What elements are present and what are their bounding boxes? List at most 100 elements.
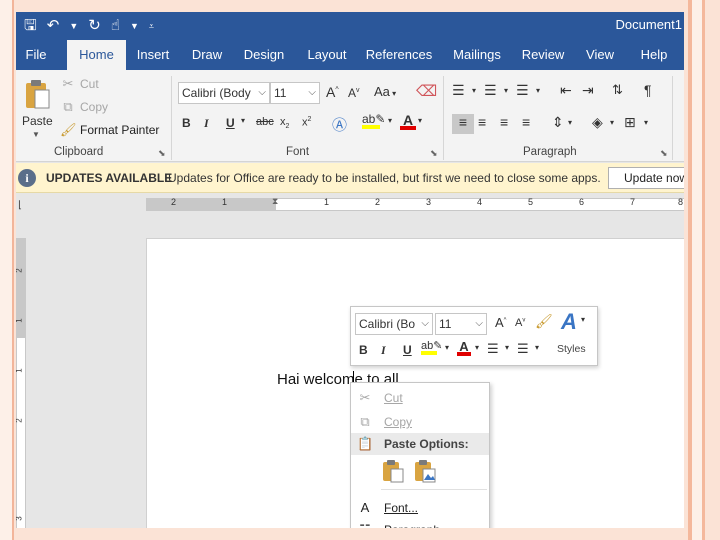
font-size-combo[interactable]: 11 ⌵ (270, 82, 320, 104)
tab-layout[interactable]: Layout (299, 40, 355, 70)
copy-button[interactable]: ⧉ Copy (60, 99, 108, 115)
tab-view[interactable]: View (579, 40, 621, 70)
tab-insert[interactable]: Insert (130, 40, 176, 70)
shading-icon[interactable]: ◈ (592, 114, 603, 131)
paintbrush-icon[interactable]: 🖌 (535, 313, 553, 330)
shrink-font-icon[interactable]: Av (348, 86, 360, 100)
mini-font-name-combo[interactable]: Calibri (Bo ⌵ (355, 313, 433, 335)
underline-dropdown-icon[interactable]: ▾ (241, 116, 245, 125)
horizontal-ruler[interactable]: ⌊ 2 1 ⧗ 1 2 3 4 5 6 7 8 (16, 194, 684, 216)
align-right-icon[interactable]: ≡ (500, 114, 508, 130)
paste-dropdown-icon[interactable]: ▼ (32, 130, 40, 139)
shrink-font-icon[interactable]: Av (515, 317, 525, 329)
tab-draw[interactable]: Draw (184, 40, 230, 70)
underline-icon[interactable]: U (403, 343, 412, 357)
tab-review[interactable]: Review (517, 40, 569, 70)
touch-dropdown-icon[interactable]: ▼ (130, 16, 139, 36)
ruler-top-margin (17, 238, 25, 338)
bold-icon[interactable]: B (182, 116, 191, 130)
clipboard-launcher-icon[interactable]: ⬊ (158, 148, 166, 159)
indent-marker-icon[interactable]: ⧗ (272, 196, 278, 207)
highlight-dropdown-icon[interactable]: ▾ (388, 116, 392, 125)
redo-icon[interactable]: ↻ (88, 16, 101, 36)
line-spacing-dropdown-icon[interactable]: ▾ (568, 118, 572, 127)
strikethrough-icon[interactable]: abc (256, 116, 274, 128)
grow-font-icon[interactable]: A^ (326, 84, 339, 100)
highlighter-icon: ab✎ (421, 340, 443, 352)
font-color-button[interactable]: A (457, 339, 471, 356)
numbering-icon[interactable]: ☰ (484, 82, 497, 99)
bullets-icon[interactable]: ☰ (452, 82, 465, 99)
font-launcher-icon[interactable]: ⬊ (430, 148, 438, 159)
numbering-dropdown-icon[interactable]: ▾ (504, 86, 508, 95)
grow-font-icon[interactable]: A^ (495, 315, 507, 330)
paste-picture-icon[interactable] (413, 459, 437, 483)
increase-indent-icon[interactable]: ⇥ (582, 82, 594, 99)
tab-home[interactable]: Home (67, 40, 126, 70)
align-left-icon[interactable]: ≡ (452, 114, 474, 134)
highlight-dropdown-icon[interactable]: ▾ (445, 343, 449, 352)
shading-dropdown-icon[interactable]: ▾ (610, 118, 614, 127)
bold-icon[interactable]: B (359, 343, 368, 357)
bullets-dropdown-icon[interactable]: ▾ (472, 86, 476, 95)
numbering-dropdown-icon[interactable]: ▾ (535, 343, 539, 352)
undo-dropdown-icon[interactable]: ▼ (69, 16, 78, 36)
sort-icon[interactable]: ⇅ (612, 82, 623, 98)
undo-icon[interactable]: ↶ (47, 16, 60, 36)
context-paragraph[interactable]: ☷ Paragraph... (351, 519, 489, 528)
font-color-button[interactable]: A (400, 112, 416, 130)
cut-button[interactable]: ✂ Cut (60, 76, 99, 92)
context-cut[interactable]: ✂ Cut (351, 387, 489, 409)
show-formatting-icon[interactable]: ¶ (644, 82, 652, 98)
paragraph-launcher-icon[interactable]: ⬊ (660, 148, 668, 159)
mini-font-size-combo[interactable]: 11 ⌵ (435, 313, 487, 335)
text-effects-icon[interactable]: Ⓐ (332, 114, 347, 135)
bullets-icon[interactable]: ☰ (487, 341, 499, 357)
tab-mailings[interactable]: Mailings (447, 40, 507, 70)
underline-icon[interactable]: U (226, 116, 235, 130)
highlight-color-button[interactable]: ab✎ (421, 339, 442, 355)
touch-mode-icon[interactable]: ☝ (111, 16, 120, 36)
superscript-icon[interactable]: x2 (302, 116, 311, 129)
highlight-color-button[interactable]: ab✎ (362, 112, 385, 129)
save-icon[interactable]: 🖫 (24, 16, 37, 36)
update-now-button[interactable]: Update now (608, 167, 684, 189)
tab-file[interactable]: File (16, 40, 56, 70)
paste-button[interactable]: Paste (22, 114, 53, 128)
font-color-dropdown-icon[interactable]: ▾ (475, 343, 479, 352)
line-spacing-icon[interactable]: ⇕ (552, 114, 564, 131)
multilevel-list-icon[interactable]: ☰ (516, 82, 529, 99)
change-case-button[interactable]: Aa ▾ (374, 84, 396, 99)
font-color-dropdown-icon[interactable]: ▾ (418, 116, 422, 125)
vertical-ruler[interactable]: 2 1 1 2 3 (16, 238, 26, 528)
tab-references[interactable]: References (364, 40, 434, 70)
keep-source-formatting-icon[interactable] (381, 459, 405, 483)
borders-dropdown-icon[interactable]: ▾ (644, 118, 648, 127)
styles-button[interactable]: Styles (557, 343, 586, 355)
borders-icon[interactable]: ⊞ (624, 114, 636, 131)
paste-icon[interactable] (24, 78, 50, 110)
ruler-tick: 6 (579, 197, 585, 207)
italic-icon[interactable]: I (381, 343, 386, 358)
decrease-indent-icon[interactable]: ⇤ (560, 82, 572, 99)
font-name-combo[interactable]: Calibri (Body ⌵ (178, 82, 270, 104)
styles-dropdown-icon[interactable]: ▾ (581, 315, 585, 324)
format-painter-label: Format Painter (80, 123, 160, 137)
bullets-dropdown-icon[interactable]: ▾ (505, 343, 509, 352)
tab-help[interactable]: Help (634, 40, 674, 70)
context-copy[interactable]: ⧉ Copy (351, 411, 489, 433)
multilevel-dropdown-icon[interactable]: ▾ (536, 86, 540, 95)
clear-formatting-icon[interactable]: ⌫ (416, 82, 437, 100)
tab-selector-icon[interactable]: ⌊ (18, 200, 22, 211)
align-center-icon[interactable]: ≡ (478, 114, 486, 130)
italic-icon[interactable]: I (204, 116, 209, 131)
quick-access-toolbar: 🖫 ↶ ▼ ↻ ☝ ▼ ⩡ (24, 16, 154, 36)
subscript-icon[interactable]: x2 (280, 116, 289, 130)
tab-design[interactable]: Design (238, 40, 290, 70)
numbering-icon[interactable]: ☰ (517, 341, 529, 357)
format-painter-button[interactable]: 🖌 Format Painter (60, 122, 159, 138)
context-font[interactable]: A Font... (351, 497, 489, 519)
customize-qat-icon[interactable]: ⩡ (149, 16, 154, 36)
justify-icon[interactable]: ≡ (522, 114, 530, 130)
styles-icon[interactable]: A (561, 309, 577, 335)
